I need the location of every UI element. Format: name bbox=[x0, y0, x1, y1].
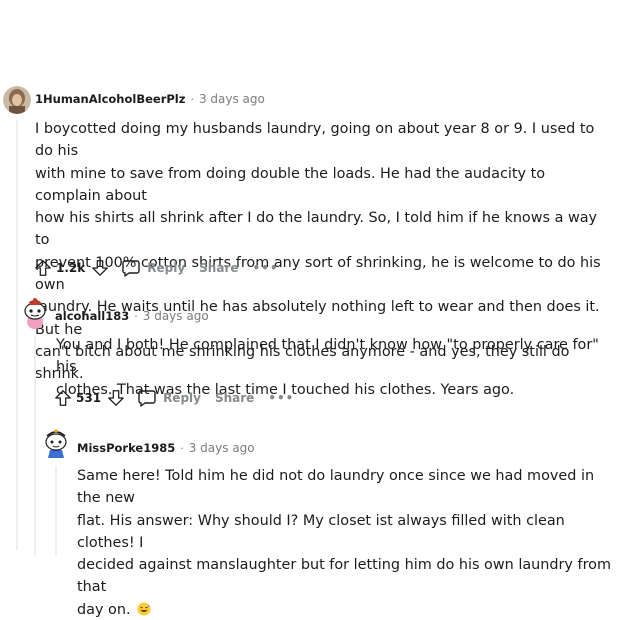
comment-body: Same here! Told him he did not do laundr… bbox=[77, 465, 617, 620]
comment-author[interactable]: alcohall183 bbox=[55, 309, 129, 323]
avatar[interactable] bbox=[3, 86, 31, 114]
comment-actions: 531 Reply Share ••• bbox=[54, 386, 294, 410]
thread-line[interactable] bbox=[34, 336, 36, 556]
reply-button[interactable]: Reply bbox=[121, 258, 185, 278]
share-button[interactable]: Share bbox=[215, 391, 254, 405]
thread-line[interactable] bbox=[55, 466, 57, 556]
thread-line[interactable] bbox=[16, 120, 18, 550]
meta-separator: · bbox=[134, 309, 138, 323]
reply-label: Reply bbox=[147, 261, 186, 275]
comment-bubble-icon bbox=[122, 260, 140, 277]
snoo-avatar-icon bbox=[24, 298, 46, 329]
comment-author[interactable]: MissPorke1985 bbox=[77, 441, 175, 455]
comment-author[interactable]: 1HumanAlcoholBeerPlz bbox=[35, 92, 185, 106]
avatar[interactable] bbox=[42, 428, 70, 462]
meta-separator: · bbox=[180, 441, 184, 455]
downvote-icon[interactable] bbox=[91, 259, 109, 277]
more-options-button[interactable]: ••• bbox=[268, 391, 294, 405]
more-options-button[interactable]: ••• bbox=[253, 261, 279, 275]
comment-actions: 1.2k Reply Share ••• bbox=[34, 256, 279, 280]
comment-timestamp[interactable]: 3 days ago bbox=[199, 92, 265, 106]
comment-timestamp[interactable]: 3 days ago bbox=[189, 441, 255, 455]
snoo-avatar-icon bbox=[45, 429, 67, 458]
avatar[interactable] bbox=[20, 296, 50, 330]
share-button[interactable]: Share bbox=[199, 261, 238, 275]
vote-count: 531 bbox=[76, 391, 102, 405]
downvote-icon[interactable] bbox=[107, 389, 125, 407]
upvote-icon[interactable] bbox=[54, 389, 72, 407]
comment-timestamp[interactable]: 3 days ago bbox=[143, 309, 209, 323]
user-photo-icon bbox=[3, 86, 31, 114]
meta-separator: · bbox=[190, 92, 194, 106]
sweat-smile-emoji-icon bbox=[137, 601, 151, 616]
upvote-icon[interactable] bbox=[34, 259, 52, 277]
comment-text: Same here! Told him he did not do laundr… bbox=[77, 468, 612, 618]
comment-bubble-icon bbox=[138, 390, 156, 407]
reply-label: Reply bbox=[163, 391, 201, 405]
reply-button[interactable]: Reply bbox=[137, 388, 201, 408]
vote-count: 1.2k bbox=[56, 261, 86, 275]
